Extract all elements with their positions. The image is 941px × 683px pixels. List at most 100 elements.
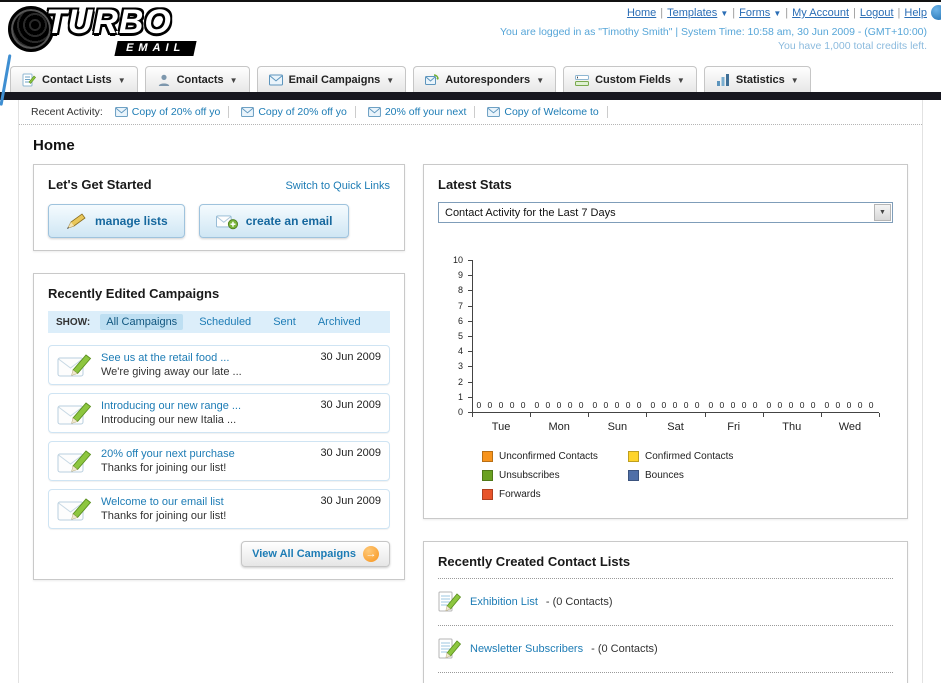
top-links: Home | Templates ▼ | Forms ▼ | My Account | Logo… [500, 7, 927, 19]
nav-tab-statistics[interactable]: Statistics ▼ [703, 66, 811, 92]
email-plus-icon [215, 215, 238, 230]
top-link-home[interactable]: Home [627, 7, 656, 19]
filter-archived[interactable]: Archived [312, 314, 367, 330]
dotted-separator [438, 672, 893, 673]
latest-stats-title: Latest Stats [438, 177, 512, 192]
y-axis-label: 2 [457, 376, 463, 387]
nav-tab-label: Autoresponders [445, 74, 531, 86]
get-started-title: Let's Get Started [48, 177, 152, 192]
filter-all-campaigns[interactable]: All Campaigns [100, 314, 184, 330]
campaign-envelope-pencil-icon [57, 354, 92, 377]
x-axis-tick [879, 413, 880, 417]
contact-lists-icon [22, 73, 36, 87]
top-link-templates[interactable]: Templates [667, 7, 717, 19]
x-axis-tick [646, 413, 648, 417]
campaign-subtitle: We're giving away our late ... [101, 366, 242, 378]
campaign-title-link[interactable]: Introducing our new range ... [101, 400, 312, 412]
autoresponders-icon [425, 74, 440, 85]
logo-subtitle: EMAIL [114, 41, 197, 56]
nav-tab-label: Statistics [735, 74, 785, 86]
y-axis-label: 1 [457, 391, 463, 402]
legend-swatch [482, 451, 493, 462]
legend-swatch [628, 470, 639, 481]
contact-list-name-link[interactable]: Newsletter Subscribers [470, 643, 583, 655]
x-axis-tick [530, 413, 532, 417]
turbo-email-logo[interactable]: TURBO EMAIL [8, 5, 197, 56]
filter-sent[interactable]: Sent [267, 314, 302, 330]
top-link-help[interactable]: Help [904, 7, 927, 19]
recent-activity-item[interactable]: Copy of Welcome to [487, 106, 608, 118]
link-separator: | [897, 7, 901, 19]
recent-activity-item[interactable]: 20% off your next [367, 106, 476, 118]
link-separator: | [732, 7, 736, 19]
switch-quick-links-link[interactable]: Switch to Quick Links [285, 180, 390, 192]
contact-list-name-link[interactable]: Exhibition List [470, 596, 538, 608]
campaign-row[interactable]: Welcome to our email list Thanks for joi… [48, 489, 390, 529]
legend-label: Unsubscribes [499, 470, 560, 481]
dotted-separator [438, 625, 893, 626]
x-axis-tick [762, 413, 764, 417]
show-label: SHOW: [56, 316, 91, 328]
pencil-icon [67, 213, 86, 229]
y-axis-label: 7 [457, 300, 463, 311]
legend-swatch [628, 451, 639, 462]
campaign-title-link[interactable]: 20% off your next purchase [101, 448, 312, 460]
stats-period-value: Contact Activity for the Last 7 Days [445, 206, 616, 219]
nav-tab-contact-lists[interactable]: Contact Lists ▼ [10, 66, 138, 92]
campaign-date: 30 Jun 2009 [320, 447, 381, 459]
arrow-right-icon: → [363, 546, 379, 562]
campaign-envelope-pencil-icon [57, 450, 92, 473]
email-icon [367, 107, 381, 117]
recent-activity-item[interactable]: Copy of 20% off yo [241, 106, 356, 118]
campaign-envelope-pencil-icon [57, 402, 92, 425]
email-icon [241, 107, 255, 117]
contact-list-detail: - (0 Contacts) [545, 596, 613, 608]
chevron-down-icon: ▼ [229, 75, 238, 85]
nav-tab-custom-fields[interactable]: Custom Fields ▼ [563, 66, 697, 92]
campaign-date: 30 Jun 2009 [320, 351, 381, 363]
chevron-down-icon: ▼ [874, 204, 891, 221]
link-separator: | [660, 7, 664, 19]
nav-tab-label: Custom Fields [595, 74, 671, 86]
view-all-campaigns-button[interactable]: View All Campaigns → [241, 541, 390, 567]
recent-activity-bar: Recent Activity: Copy of 20% off yo Copy… [19, 100, 922, 125]
decorative-blue-dot [931, 5, 941, 20]
filter-scheduled[interactable]: Scheduled [193, 314, 257, 330]
campaign-row[interactable]: Introducing our new range ... Introducin… [48, 393, 390, 433]
contact-list-item[interactable]: Exhibition List - (0 Contacts) [438, 588, 893, 616]
manage-lists-button[interactable]: manage lists [48, 204, 185, 238]
nav-tab-email-campaigns[interactable]: Email Campaigns ▼ [256, 66, 407, 92]
top-link-forms[interactable]: Forms [739, 7, 770, 19]
chevron-down-icon: ▼ [773, 9, 782, 18]
chart-values-fri: 0 0 0 0 0 [708, 400, 760, 410]
chart-values-tue: 0 0 0 0 0 [476, 400, 528, 410]
x-axis-tick [704, 413, 706, 417]
top-link-logout[interactable]: Logout [860, 7, 894, 19]
main-content: Recent Activity: Copy of 20% off yo Copy… [18, 100, 923, 683]
campaign-title-link[interactable]: See us at the retail food ... [101, 352, 312, 364]
nav-tab-label: Contact Lists [42, 74, 112, 86]
chevron-down-icon: ▼ [536, 75, 545, 85]
campaign-title-link[interactable]: Welcome to our email list [101, 496, 312, 508]
list-pencil-icon [438, 638, 462, 659]
legend-item: Unconfirmed Contacts [482, 451, 628, 462]
create-email-button[interactable]: create an email [198, 204, 350, 238]
nav-tab-contacts[interactable]: Contacts ▼ [144, 66, 250, 92]
x-axis-label: Thu [782, 421, 802, 433]
recent-activity-text: Copy of 20% off yo [132, 106, 230, 118]
recent-activity-item[interactable]: Copy of 20% off yo [114, 106, 230, 118]
nav-tab-autoresponders[interactable]: Autoresponders ▼ [413, 66, 557, 92]
chevron-down-icon: ▼ [117, 75, 126, 85]
header: TURBO EMAIL Home | Templates ▼ | Forms ▼ | My … [0, 2, 941, 106]
legend-label: Unconfirmed Contacts [499, 451, 598, 462]
recent-activity-text: Copy of 20% off yo [258, 106, 356, 118]
campaign-row[interactable]: See us at the retail food ... We're givi… [48, 345, 390, 385]
campaign-row[interactable]: 20% off your next purchase Thanks for jo… [48, 441, 390, 481]
email-icon [487, 107, 501, 117]
contact-list-item[interactable]: Newsletter Subscribers - (0 Contacts) [438, 635, 893, 663]
stats-period-select[interactable]: Contact Activity for the Last 7 Days ▼ [438, 202, 893, 223]
nav-tab-label: Contacts [176, 74, 224, 86]
legend-item: Bounces [628, 470, 774, 481]
recent-contact-lists-title: Recently Created Contact Lists [438, 554, 631, 569]
top-link-my-account[interactable]: My Account [792, 7, 849, 19]
